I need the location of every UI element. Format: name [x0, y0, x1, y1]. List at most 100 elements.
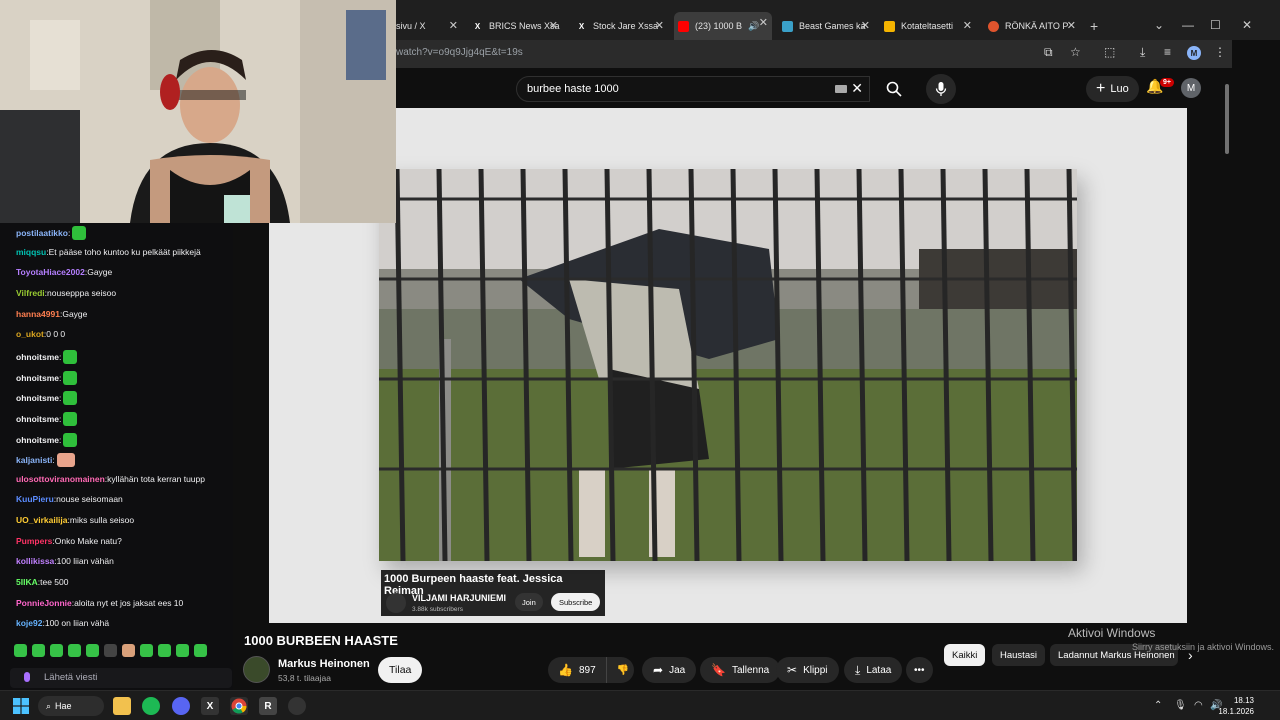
- chat-username[interactable]: ulosottoviranomainen: [16, 474, 105, 484]
- embedded-title-card[interactable]: 1000 Burpeen haaste feat. Jessica Reiman…: [381, 570, 605, 616]
- maximize-icon[interactable]: ☐: [1210, 18, 1221, 32]
- emote-icon[interactable]: [14, 644, 27, 657]
- chat-username[interactable]: Vilfredi: [16, 288, 45, 298]
- keyboard-icon[interactable]: [835, 85, 847, 93]
- chat-username[interactable]: hanna4991: [16, 309, 60, 319]
- scrollbar-thumb[interactable]: [1225, 84, 1229, 154]
- channel-name[interactable]: Markus Heinonen: [278, 658, 370, 670]
- minimize-icon[interactable]: —: [1182, 18, 1194, 32]
- chat-username[interactable]: 5IIKA: [16, 577, 38, 587]
- close-icon[interactable]: ✕: [449, 19, 458, 32]
- chat-username[interactable]: PonnieJonnie: [16, 598, 72, 608]
- cast-icon[interactable]: ⧉: [1044, 45, 1053, 60]
- tray-chevron-icon[interactable]: ⌃: [1154, 700, 1162, 711]
- clip-button[interactable]: ✂ Klippi: [776, 657, 839, 683]
- emote-icon[interactable]: [194, 644, 207, 657]
- speaker-icon[interactable]: 🔊: [748, 21, 759, 32]
- close-icon[interactable]: ✕: [655, 19, 664, 32]
- embed-channel-avatar[interactable]: [386, 593, 406, 613]
- emote-icon[interactable]: [32, 644, 45, 657]
- profile-avatar[interactable]: M: [1187, 46, 1201, 60]
- app-icon[interactable]: R: [259, 697, 277, 715]
- emote-icon[interactable]: [176, 644, 189, 657]
- tab-ronka[interactable]: RÖNKÄ AITO P ✕: [988, 15, 1080, 37]
- tab-kotateltasetti[interactable]: Kotateltasetti ✕: [884, 15, 976, 37]
- emote-icon[interactable]: [50, 644, 63, 657]
- discord-icon[interactable]: [172, 697, 190, 715]
- tab-youtube-active[interactable]: (23) 1000 B 🔊 ✕: [674, 12, 772, 40]
- embed-join-button[interactable]: Join: [515, 593, 543, 611]
- chat-username[interactable]: koje92: [16, 618, 42, 628]
- save-button[interactable]: 🔖 Tallenna: [700, 657, 781, 683]
- download-icon[interactable]: ⤓: [1140, 45, 1145, 60]
- close-icon[interactable]: ✕: [861, 19, 870, 32]
- dislike-button[interactable]: 👎: [607, 657, 639, 683]
- chat-username[interactable]: ToyotaHiace2002: [16, 267, 85, 277]
- extensions-icon[interactable]: ⬚: [1104, 45, 1115, 59]
- chat-username[interactable]: postilaatikko: [16, 228, 68, 238]
- chat-input[interactable]: Lähetä viesti: [10, 668, 232, 688]
- emote-icon[interactable]: [140, 644, 153, 657]
- chat-username[interactable]: ohnoitsme: [16, 373, 59, 383]
- new-tab-icon[interactable]: +: [1090, 18, 1098, 34]
- emote-icon[interactable]: [86, 644, 99, 657]
- chat-username[interactable]: Pumpers: [16, 536, 52, 546]
- tab-x-3[interactable]: X Stock Jare Xssa ✕: [576, 15, 668, 37]
- clock[interactable]: 18.13 18.1.2026: [1218, 695, 1254, 717]
- emote-icon[interactable]: [104, 644, 117, 657]
- chrome-icon[interactable]: [230, 697, 248, 715]
- voice-search-button[interactable]: [926, 74, 956, 104]
- media-icon[interactable]: ≡: [1164, 45, 1171, 59]
- close-icon[interactable]: ✕: [759, 16, 768, 29]
- chat-username[interactable]: kollikissa: [16, 556, 54, 566]
- close-icon[interactable]: ✕: [963, 19, 972, 32]
- tab-x-2[interactable]: X BRICS News Xsa ✕: [472, 15, 562, 37]
- embed-channel-name[interactable]: VILJAMI HARJUNIEMI: [412, 593, 506, 603]
- share-button[interactable]: ➦ Jaa: [642, 657, 697, 683]
- obs-icon[interactable]: [288, 697, 306, 715]
- window-close-icon[interactable]: ✕: [1242, 18, 1252, 32]
- chip-all[interactable]: Kaikki: [944, 644, 986, 666]
- taskbar-search[interactable]: ⌕ Hae: [38, 696, 104, 716]
- chat-username[interactable]: ohnoitsme: [16, 435, 59, 445]
- capcut-icon[interactable]: X: [201, 697, 219, 715]
- clear-search-icon[interactable]: ✕: [851, 80, 863, 97]
- bookmark-star-icon[interactable]: ☆: [1070, 45, 1081, 59]
- subscribe-button[interactable]: Tilaa: [378, 657, 423, 683]
- download-button[interactable]: ⤓ Lataa: [844, 657, 903, 683]
- scrollbar[interactable]: [1222, 68, 1232, 688]
- chat-username[interactable]: o_ukot: [16, 329, 44, 339]
- video-player[interactable]: 1000 Burpeen haaste feat. Jessica Reiman…: [269, 108, 1187, 623]
- tab-beast-games[interactable]: Beast Games ka ✕: [782, 15, 874, 37]
- chat-username[interactable]: KuuPieru: [16, 494, 54, 504]
- user-avatar[interactable]: M: [1181, 78, 1201, 98]
- create-button[interactable]: + Luo: [1086, 76, 1139, 102]
- emote-icon[interactable]: [158, 644, 171, 657]
- tab-search-icon[interactable]: ⌄: [1154, 18, 1164, 32]
- close-icon[interactable]: ✕: [549, 19, 558, 32]
- more-actions-button[interactable]: •••: [906, 657, 933, 683]
- browser-menu-icon[interactable]: ⋮: [1214, 45, 1226, 59]
- search-button[interactable]: [870, 76, 918, 102]
- spotify-icon[interactable]: [142, 697, 160, 715]
- wifi-icon[interactable]: ◠: [1194, 700, 1203, 711]
- chat-username[interactable]: miqqsu: [16, 247, 46, 257]
- chip-for-you[interactable]: Haustasi: [992, 644, 1045, 666]
- chat-username[interactable]: UO_virkailija: [16, 515, 68, 525]
- chat-username[interactable]: ohnoitsme: [16, 414, 59, 424]
- emote-icon[interactable]: [68, 644, 81, 657]
- close-icon[interactable]: ✕: [1067, 19, 1076, 32]
- search-box[interactable]: burbee haste 1000 ✕: [516, 76, 870, 102]
- file-explorer-icon[interactable]: [113, 697, 131, 715]
- channel-avatar[interactable]: [243, 656, 270, 683]
- chat-username[interactable]: ohnoitsme: [16, 393, 59, 403]
- chat-username[interactable]: ohnoitsme: [16, 352, 59, 362]
- emote-icon[interactable]: [122, 644, 135, 657]
- microphone-tray-icon[interactable]: 🎙: [1174, 700, 1187, 711]
- windows-start-icon[interactable]: [12, 697, 30, 715]
- url-field[interactable]: watch?v=o9q9Jjg4qE&t=19s: [396, 47, 523, 58]
- search-input[interactable]: burbee haste 1000: [527, 83, 619, 95]
- chat-username[interactable]: kaljanisti: [16, 455, 52, 465]
- embed-subscribe-button[interactable]: Subscribe: [551, 593, 601, 611]
- tab-x-1[interactable]: sivu / X ✕: [396, 15, 462, 37]
